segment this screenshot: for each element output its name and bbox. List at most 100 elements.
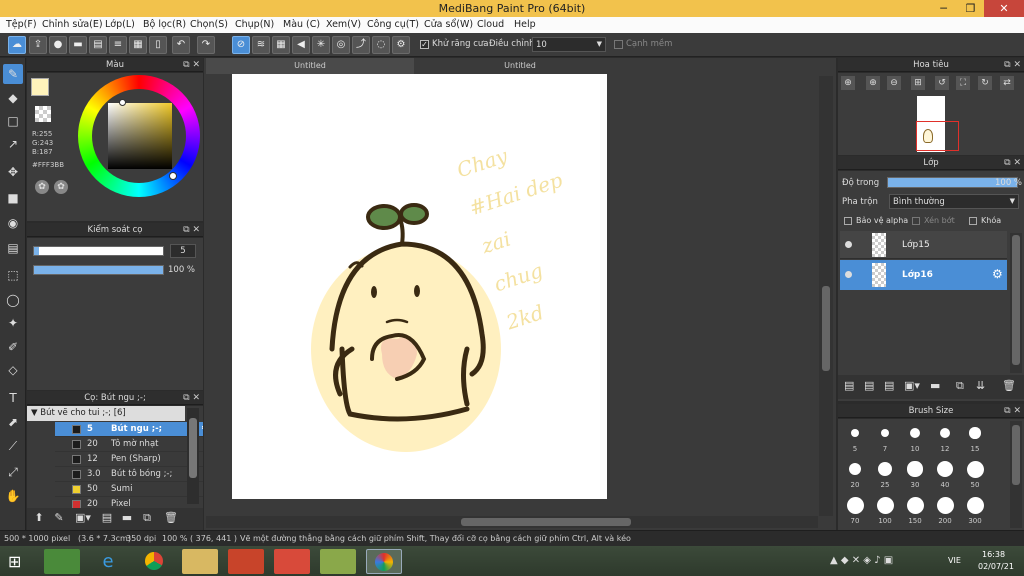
brush-edit-icon[interactable]: ✎ — [51, 511, 67, 527]
page-icon[interactable]: ▯ — [149, 36, 167, 54]
chrome-icon[interactable] — [136, 549, 172, 574]
menu-view[interactable]: Xem(V) — [326, 19, 361, 30]
tab-untitled-1[interactable]: Untitled — [206, 58, 414, 74]
rect-select-icon[interactable]: ⬚ — [3, 265, 23, 285]
folder-icon[interactable]: ▬ — [119, 511, 135, 527]
brush-size-preset[interactable]: 10 — [901, 423, 929, 453]
brush-list-scroll-thumb[interactable] — [189, 418, 197, 478]
bluestacks-icon[interactable] — [44, 549, 80, 574]
menu-help[interactable]: Help — [514, 19, 536, 30]
comment-icon[interactable]: ▬ — [69, 36, 87, 54]
brush-size-preset[interactable]: 150 — [901, 495, 929, 525]
brush-menu-icon[interactable]: ▣▾ — [73, 511, 93, 527]
saturation-value-square[interactable] — [108, 103, 172, 169]
palette-icon[interactable]: ✿ — [35, 180, 49, 194]
gear-icon[interactable]: ⚙ — [201, 423, 203, 434]
folder-icon[interactable]: ▬ — [930, 379, 940, 392]
brush-tool-icon[interactable]: ✎ — [3, 64, 23, 84]
select-pen-icon[interactable]: ✐ — [3, 337, 23, 357]
duplicate-icon[interactable]: ⧉ — [139, 511, 155, 527]
navigator-viewport-rect[interactable] — [916, 121, 959, 151]
flip-icon[interactable]: ⇄ — [1000, 76, 1014, 90]
menu-tools[interactable]: Công cụ(T) — [367, 19, 419, 30]
clock-time[interactable]: 16:38 — [982, 550, 1005, 559]
windows-start-icon[interactable]: ⊞ — [8, 552, 21, 571]
menu-color[interactable]: Màu (C) — [283, 19, 320, 30]
new-layer-icon[interactable]: ▤ — [844, 379, 854, 392]
eraser-tool-icon[interactable]: ◆ — [3, 88, 23, 108]
minimize-button[interactable]: ─ — [930, 0, 957, 17]
menu-layer[interactable]: Lớp(L) — [105, 19, 135, 30]
settings-icon[interactable]: ⚙ — [392, 36, 410, 54]
duplicate-icon[interactable]: ⧉ — [956, 379, 964, 393]
drawing-canvas[interactable]: Chay #Hai dep zai chug 2kd — [232, 74, 607, 499]
circle-snap-icon[interactable]: ◎ — [332, 36, 350, 54]
list-icon[interactable]: ≡ — [109, 36, 127, 54]
brush-size-preset[interactable]: 5 — [841, 423, 869, 453]
canvas-horizontal-scrollbar[interactable] — [206, 516, 818, 528]
menu-capture[interactable]: Chụp(N) — [235, 19, 274, 30]
brush-size-preset[interactable]: 200 — [931, 495, 959, 525]
internet-explorer-icon[interactable]: e — [90, 549, 126, 574]
shape-tool-icon[interactable]: □ — [3, 111, 23, 131]
soft-edge-checkbox[interactable] — [614, 40, 623, 49]
app-leaf-icon[interactable] — [320, 549, 356, 574]
brush-size-preset[interactable]: 50 — [961, 459, 989, 489]
brush-item-selected[interactable]: 5 Bút ngu ;-; ⚙ — [55, 422, 203, 437]
tab-untitled-2[interactable]: Untitled — [416, 58, 624, 74]
panel-close-icon[interactable]: ⧉ ✕ — [183, 391, 200, 405]
brush-group-header[interactable]: ▼ Bút vẽ cho tui ;-; [6] — [27, 406, 185, 421]
layer-row-selected[interactable]: Lớp16 ⚙ — [840, 260, 1007, 290]
redo-icon[interactable]: ↷ — [197, 36, 215, 54]
grid-snap-icon[interactable]: ▦ — [272, 36, 290, 54]
brush-size-value[interactable]: 5 — [170, 244, 196, 258]
brush-new-icon[interactable]: ▤ — [99, 511, 115, 527]
new-layer-1bit-icon[interactable]: ▤ — [884, 379, 894, 392]
close-button[interactable]: ✕ — [984, 0, 1024, 17]
brush-list-scrollbar[interactable] — [187, 408, 199, 504]
text-tool-icon[interactable]: T — [3, 388, 23, 408]
rotate-right-icon[interactable]: ↻ — [978, 76, 992, 90]
blend-mode-select[interactable]: Bình thường ▼ — [889, 194, 1019, 209]
menu-file[interactable]: Tệp(F) — [6, 19, 37, 30]
panel-close-icon[interactable]: ⧉ ✕ — [183, 58, 200, 72]
parallel-snap-icon[interactable]: ≋ — [252, 36, 270, 54]
panel-close-icon[interactable]: ⧉ ✕ — [1004, 58, 1021, 72]
trash-icon[interactable]: 🗑 — [1002, 379, 1016, 392]
grid-icon[interactable]: ▦ — [129, 36, 147, 54]
tray-icons[interactable]: ▲ ◆ ✕ ◈ ♪ ▣ — [830, 555, 950, 567]
zoom-in-icon[interactable]: ⊕ — [841, 76, 855, 90]
clip-checkbox[interactable] — [912, 217, 920, 225]
menu-window[interactable]: Cửa sổ(W) — [424, 19, 473, 30]
canvas-h-scroll-thumb[interactable] — [461, 518, 631, 526]
color-history-icon[interactable]: ✿ — [54, 180, 68, 194]
ellipse-snap-icon[interactable]: ◌ — [372, 36, 390, 54]
input-language[interactable]: VIE — [948, 556, 961, 565]
primary-color-swatch[interactable] — [31, 78, 49, 96]
brush-size-preset[interactable]: 30 — [901, 459, 929, 489]
dot-tool-icon[interactable]: ↗ — [3, 134, 23, 154]
brush-item[interactable]: 12 Pen (Sharp) — [55, 452, 203, 467]
protect-alpha-checkbox[interactable] — [844, 217, 852, 225]
brush-size-preset[interactable]: 40 — [931, 459, 959, 489]
select-eraser-icon[interactable]: ◇ — [3, 360, 23, 380]
file-explorer-icon[interactable] — [182, 549, 218, 574]
gradient-tool-icon[interactable]: ▤ — [3, 238, 23, 258]
speech-bubble-icon[interactable]: ● — [49, 36, 67, 54]
eyedropper-icon[interactable]: ⤢ — [3, 462, 23, 482]
panel-close-icon[interactable]: ⧉ ✕ — [1004, 404, 1021, 418]
gear-icon[interactable]: ⚙ — [992, 267, 1003, 281]
canvas-vertical-scrollbar[interactable] — [819, 76, 833, 516]
layers-scroll-thumb[interactable] — [1012, 235, 1020, 365]
magic-wand-icon[interactable]: ✦ — [3, 313, 23, 333]
brush-item[interactable]: 20 Pixel — [55, 497, 203, 508]
layers-scrollbar[interactable] — [1010, 233, 1022, 373]
move-tool-icon[interactable]: ✥ — [3, 162, 23, 182]
brush-item[interactable]: 3.0 Bút tô bóng ;-; — [55, 467, 203, 482]
brush-size-scroll-thumb[interactable] — [1012, 425, 1020, 485]
antialias-checkbox[interactable]: ✓ — [420, 40, 429, 49]
brush-size-preset[interactable]: 15 — [961, 423, 989, 453]
brush-size-slider[interactable] — [33, 246, 164, 256]
brush-size-preset[interactable]: 300 — [961, 495, 989, 525]
operation-tool-icon[interactable]: ⬈ — [3, 412, 23, 432]
